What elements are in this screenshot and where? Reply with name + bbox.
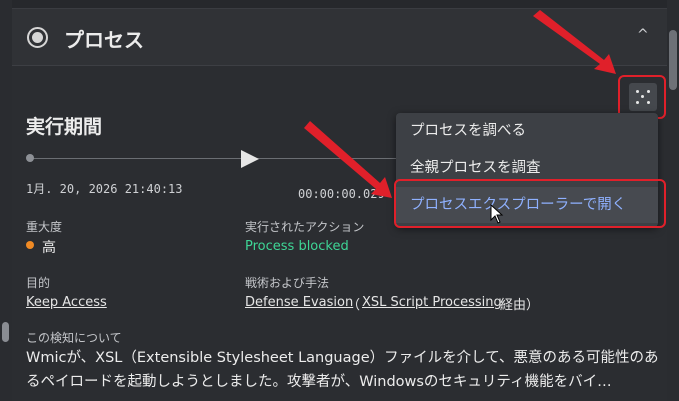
app-frame: プロセス ^ 実行期間 1月. 20, 2026 21:40:13 00:00:…: [0, 0, 679, 401]
severity-label: 重大度: [26, 220, 63, 234]
action-value: Process blocked: [245, 239, 349, 254]
chevron-up-icon[interactable]: ^: [637, 27, 649, 43]
tactic-link[interactable]: Defense Evasion: [245, 295, 353, 310]
about-line-2: るペイロードを起動しようとしました。攻撃者が、Windowsのセキュリティ機能を…: [26, 374, 612, 390]
technique-link[interactable]: XSL Script Processing: [362, 295, 502, 310]
highlight-box: [394, 179, 666, 228]
tactic-label: 戦術および手法: [245, 276, 330, 290]
purpose-link[interactable]: Keep Access: [26, 295, 107, 310]
severity-dot-icon: [26, 241, 34, 249]
left-scrollbar-thumb[interactable]: [2, 322, 9, 342]
menu-item-inspect-process[interactable]: プロセスを調べる: [396, 113, 658, 149]
timeline-arrow-icon: [241, 150, 259, 168]
about-line-1: Wmicが、XSL（Extensible Stylesheet Language…: [26, 350, 659, 366]
severity-value: 高: [42, 240, 56, 256]
panel-header[interactable]: プロセス ^: [12, 9, 667, 66]
section-title: 実行期間: [26, 116, 103, 138]
right-scrollbar-thumb[interactable]: [669, 30, 677, 90]
timeline-start-dot: [26, 154, 34, 162]
action-label: 実行されたアクション: [245, 220, 365, 234]
duration: 00:00:00.029: [298, 187, 385, 201]
purpose-label: 目的: [26, 276, 51, 290]
dots-icon: [629, 83, 657, 111]
start-time: 1月. 20, 2026 21:40:13: [26, 182, 183, 196]
about-label: この検知について: [26, 331, 122, 345]
tactic-open-paren: （: [347, 298, 361, 313]
about-description: Wmicが、XSL（Extensible Stylesheet Language…: [26, 346, 666, 394]
top-divider: [12, 0, 667, 9]
panel-title: プロセス: [64, 28, 144, 52]
tactic-close-text: 経由）: [500, 298, 540, 313]
status-circle-icon: [27, 27, 48, 48]
mouse-cursor-icon: [490, 204, 504, 224]
